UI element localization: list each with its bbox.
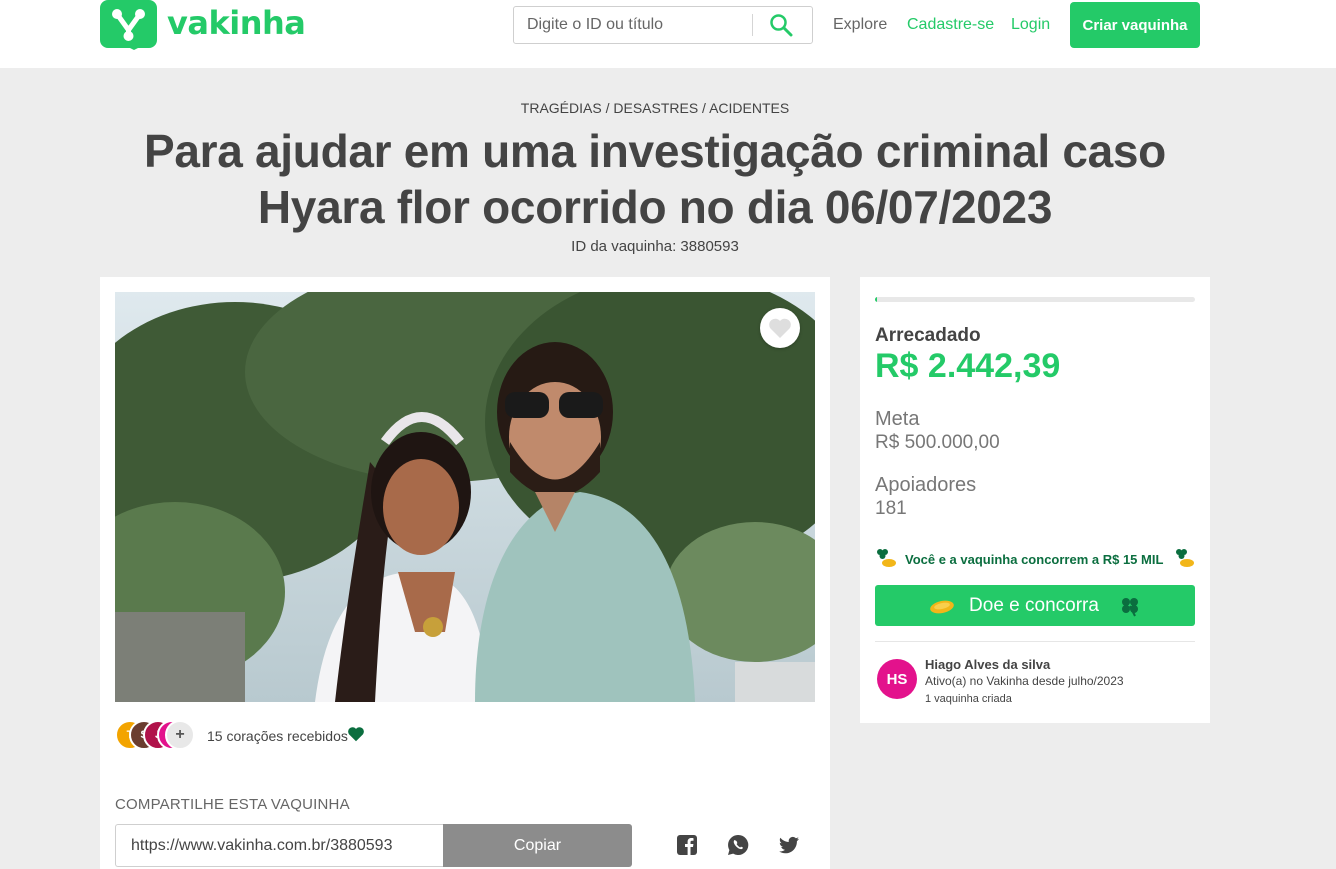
funding-progress-fill	[875, 297, 877, 302]
more-supporters-button[interactable]: +	[165, 720, 195, 750]
search-button[interactable]	[764, 10, 798, 40]
campaign-main-card: T S J R + 15 corações recebidos COMPARTI…	[100, 277, 830, 869]
heart-outline-icon	[769, 318, 791, 338]
share-url-input[interactable]	[115, 824, 443, 867]
goal-label: Meta	[875, 408, 920, 430]
facebook-icon[interactable]	[675, 833, 699, 857]
promo-banner: Você e a vaquinha concorrem a R$ 15 MIL	[875, 548, 1195, 570]
clover-coin-icon	[877, 549, 896, 567]
search-icon	[770, 14, 793, 37]
campaign-photo-image	[115, 292, 815, 702]
clover-coin-icon	[1176, 549, 1194, 567]
search-box	[513, 6, 813, 44]
owner-name[interactable]: Hiago Alves da silva	[925, 657, 1050, 672]
vakinha-logo-mark	[100, 0, 157, 50]
twitter-icon[interactable]	[777, 833, 801, 857]
campaign-category[interactable]: TRAGÉDIAS / DESASTRES / ACIDENTES	[0, 100, 1310, 116]
owner-avatar[interactable]: HS	[877, 659, 917, 699]
donate-button[interactable]: Doe e concorra	[875, 585, 1195, 626]
supporters-label: Apoiadores	[875, 474, 977, 496]
raised-value: R$ 2.442,39	[875, 347, 1061, 385]
share-label: COMPARTILHE ESTA VAQUINHA	[115, 796, 350, 813]
funding-progress-bar	[875, 297, 1195, 302]
favorite-button[interactable]	[760, 308, 800, 348]
nav-signup-link[interactable]: Cadastre-se	[907, 16, 994, 34]
hearts-received-text: 15 corações recebidos	[207, 728, 348, 744]
supporters-hearts: T S J R + 15 corações recebidos	[115, 720, 815, 750]
supporters-value: 181	[875, 498, 907, 519]
search-input[interactable]	[515, 8, 751, 42]
clover-icon	[1121, 597, 1138, 616]
coin-icon	[930, 600, 954, 613]
campaign-title: Para ajudar em uma investigação criminal…	[144, 125, 1166, 233]
nav-login-link[interactable]: Login	[1011, 16, 1050, 34]
logo-text: vakinha	[167, 4, 306, 42]
campaign-id: ID da vaquinha: 3880593	[571, 238, 739, 255]
vakinha-logo[interactable]: vakinha	[100, 0, 306, 50]
whatsapp-icon[interactable]	[726, 833, 750, 857]
promo-text: Você e a vaquinha concorrem a R$ 15 MIL	[905, 552, 1164, 567]
donate-button-label: Doe e concorra	[969, 594, 1099, 616]
nav-explore-link[interactable]: Explore	[833, 16, 887, 34]
search-divider	[752, 14, 753, 36]
raised-label: Arrecadado	[875, 325, 981, 346]
campaign-photo	[115, 292, 815, 702]
top-header: vakinha Explore Cadastre-se Login Criar …	[0, 0, 1336, 68]
donation-side-card: Arrecadado R$ 2.442,39 Meta R$ 500.000,0…	[860, 277, 1210, 723]
heart-icon	[348, 727, 364, 742]
copy-link-button[interactable]: Copiar	[443, 824, 632, 867]
create-vaquinha-button[interactable]: Criar vaquinha	[1070, 2, 1200, 48]
goal-value: R$ 500.000,00	[875, 432, 1000, 453]
owner-campaign-count: 1 vaquinha criada	[925, 693, 1012, 705]
owner-active-since: Ativo(a) no Vakinha desde julho/2023	[925, 674, 1124, 688]
separator	[875, 641, 1195, 642]
